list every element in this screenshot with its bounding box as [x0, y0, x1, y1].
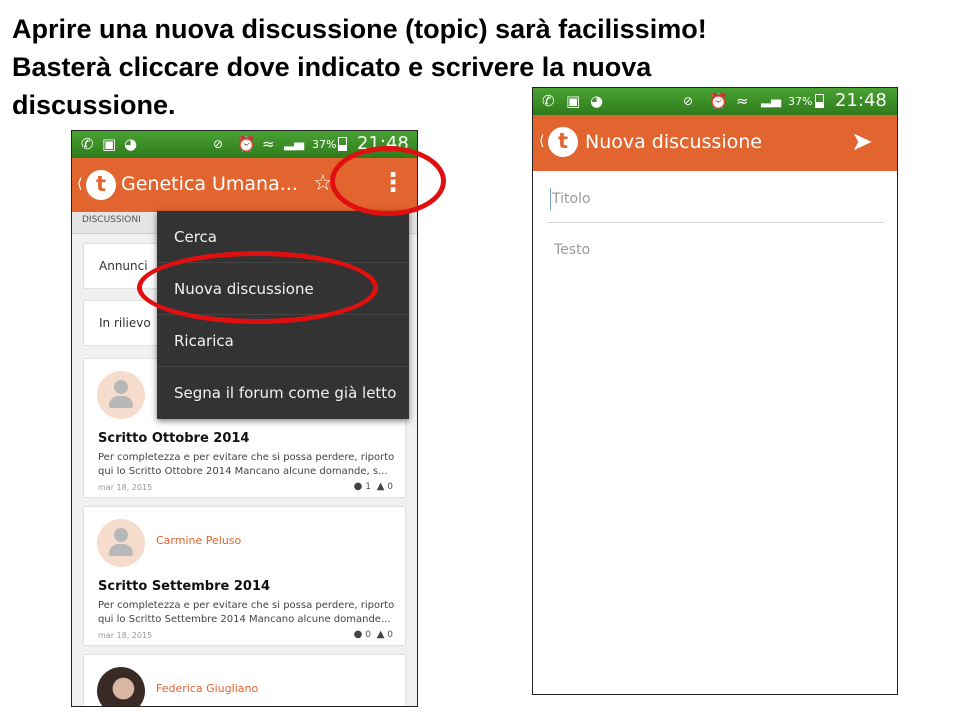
post-excerpt: Per completezza e per evitare che si pos… — [98, 600, 395, 625]
post-card[interactable]: Federica Giugliano — [83, 654, 406, 706]
battery-percent: 37% — [788, 95, 813, 108]
phone-call-icon: ✆ — [542, 92, 555, 110]
wifi-icon: ≈ — [736, 92, 749, 110]
silent-icon: ⊘ — [683, 94, 694, 108]
back-chevron-icon[interactable]: ⟨ — [539, 133, 544, 149]
title-input[interactable]: Titolo — [547, 188, 884, 223]
heading-line-1: Aprire una nuova discussione (topic) sar… — [12, 14, 707, 44]
avatar — [97, 371, 145, 419]
app-bar: ⟨ t Nuova discussione ➤ — [533, 115, 897, 171]
post-author[interactable]: Carmine Peluso — [156, 534, 241, 547]
forum-screenshot: ✆ ▣ ◕ ⊘ ⏰ ≈ ▂▄ 37% 21:48 ⟨ t Genetica Um… — [71, 130, 418, 707]
forum-title: Genetica Umana... — [121, 173, 298, 195]
comment-count: 1 — [365, 482, 371, 492]
signal-icon: ▂▄ — [761, 93, 781, 108]
avatar — [97, 519, 145, 567]
like-count: 0 — [387, 630, 393, 640]
back-chevron-icon[interactable]: ⟨ — [77, 176, 82, 192]
silent-icon: ⊘ — [213, 137, 224, 151]
instruction-heading: Aprire una nuova discussione (topic) sar… — [12, 10, 707, 124]
comment-icon: ● — [353, 481, 363, 492]
image-icon: ▣ — [566, 92, 581, 110]
screen-title: Nuova discussione — [585, 131, 762, 153]
send-icon[interactable]: ➤ — [851, 127, 873, 157]
title-placeholder: Titolo — [552, 191, 591, 207]
like-count: 0 — [387, 482, 393, 492]
tapatalk-logo-icon[interactable]: t — [548, 127, 578, 157]
text-cursor — [550, 188, 551, 210]
comment-icon: ● — [353, 629, 363, 640]
body-placeholder: Testo — [554, 242, 591, 258]
post-author[interactable]: Federica Giugliano — [156, 682, 258, 695]
wifi-icon: ≈ — [262, 135, 275, 153]
heading-line-2: Basterà cliccare dove indicato e scriver… — [12, 52, 652, 82]
signal-icon: ▂▄ — [284, 136, 304, 151]
battery-icon — [338, 137, 347, 151]
post-excerpt: Per completezza e per evitare che si pos… — [98, 452, 395, 477]
body-input[interactable]: Testo — [547, 240, 884, 270]
post-stats: ● 0 ▲ 0 — [354, 629, 393, 640]
headphones-icon: ◕ — [590, 92, 604, 110]
avatar — [97, 667, 145, 706]
post-date: mar 18, 2015 — [98, 631, 153, 640]
alarm-icon: ⏰ — [237, 135, 256, 153]
menu-item-segna-letto[interactable]: Segna il forum come già letto — [157, 367, 409, 419]
image-icon: ▣ — [102, 135, 117, 153]
post-stats: ● 1 ▲ 0 — [354, 481, 393, 492]
battery-icon — [815, 94, 824, 108]
highlight-ring-nuova-discussione — [137, 251, 378, 324]
post-date: mar 18, 2015 — [98, 483, 153, 492]
phone-call-icon: ✆ — [81, 135, 94, 153]
post-title[interactable]: Scritto Ottobre 2014 — [98, 431, 249, 446]
battery-percent: 37% — [312, 138, 337, 151]
status-bar: ✆ ▣ ◕ ⊘ ⏰ ≈ ▂▄ 37% 21:48 — [533, 88, 897, 115]
like-icon: ▲ — [376, 481, 385, 492]
heading-line-3: discussione. — [12, 90, 176, 120]
like-icon: ▲ — [376, 629, 385, 640]
clock-time: 21:48 — [835, 90, 887, 111]
post-title[interactable]: Scritto Settembre 2014 — [98, 579, 270, 594]
comment-count: 0 — [365, 630, 371, 640]
highlight-ring-more-options — [330, 146, 446, 216]
tapatalk-logo-icon[interactable]: t — [86, 170, 116, 200]
headphones-icon: ◕ — [124, 135, 138, 153]
new-topic-screenshot: ✆ ▣ ◕ ⊘ ⏰ ≈ ▂▄ 37% 21:48 ⟨ t Nuova discu… — [532, 87, 898, 695]
post-card[interactable]: Carmine Peluso Scritto Settembre 2014 Pe… — [83, 506, 406, 646]
alarm-icon: ⏰ — [709, 92, 728, 110]
